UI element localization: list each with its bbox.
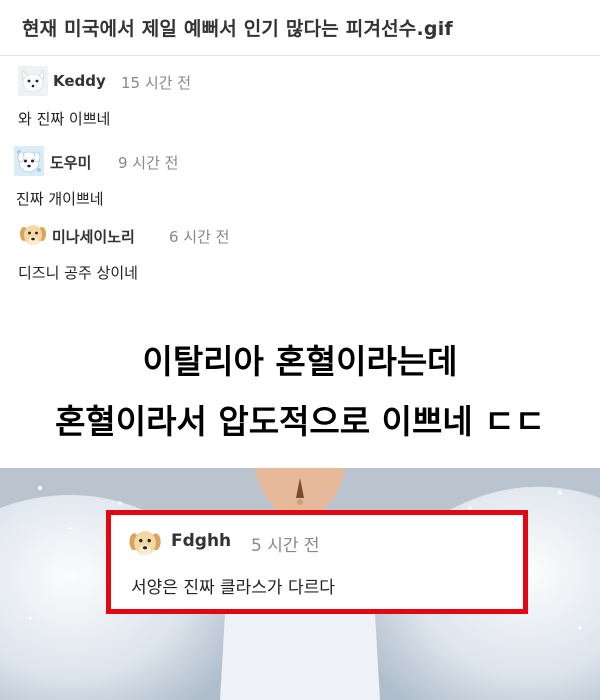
comment-item: Keddy 15 시간 전 와 진짜 이쁘네 [0, 66, 600, 136]
comment-time: 15 시간 전 [121, 74, 192, 92]
post-title: 현재 미국에서 제일 예뻐서 인기 많다는 피겨선수.gif [22, 18, 453, 40]
white-dog-icon[interactable] [14, 146, 44, 176]
caption-line-1: 이탈리아 혼혈이라는데 [142, 342, 458, 381]
comment-time: 9 시간 전 [118, 154, 179, 172]
caption-line-2: 혼혈이라서 압도적으로 이쁘네 ㄷㄷ [55, 402, 545, 441]
comment-time: 5 시간 전 [251, 536, 320, 556]
comment-item: 도우미 9 시간 전 진짜 개이쁘네 [0, 146, 600, 216]
comment-author[interactable]: Keddy [53, 72, 106, 90]
highlighted-comment-box: Fdghh 5 시간 전 서양은 진짜 클라스가 다르다 [106, 510, 528, 614]
comment-text: 와 진짜 이쁘네 [18, 110, 111, 128]
puppy-icon[interactable] [18, 220, 48, 250]
post-title-bar: 현재 미국에서 제일 예뻐서 인기 많다는 피겨선수.gif [0, 0, 600, 56]
comment-text: 진짜 개이쁘네 [16, 190, 104, 208]
comment-item: 미나세이노리 6 시간 전 디즈니 공주 상이네 [0, 220, 600, 290]
comment-author[interactable]: 도우미 [50, 152, 91, 173]
comment-text: 디즈니 공주 상이네 [18, 264, 138, 282]
comment-author[interactable]: 미나세이노리 [52, 226, 135, 247]
arctic-fox-icon[interactable] [18, 66, 48, 96]
puppy-icon[interactable] [127, 525, 163, 561]
comment-time: 6 시간 전 [169, 228, 230, 246]
comment-text: 서양은 진짜 클라스가 다르다 [131, 578, 335, 598]
comment-author[interactable]: Fdghh [171, 531, 231, 551]
